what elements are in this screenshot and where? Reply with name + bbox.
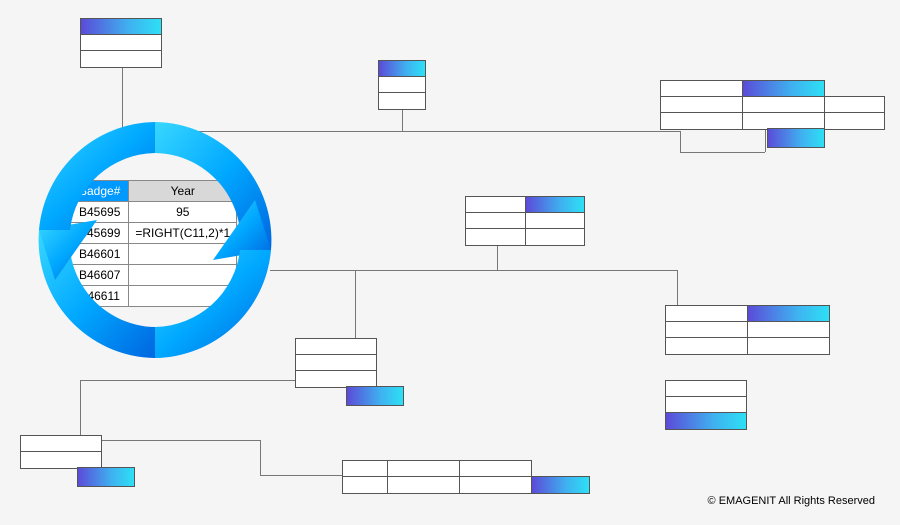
connector <box>402 109 403 131</box>
table-row: B46607 <box>71 265 237 286</box>
mini-block <box>342 460 532 494</box>
connector <box>260 440 261 475</box>
connector <box>80 440 260 441</box>
mini-block <box>77 467 135 487</box>
formula-cell: =RIGHT(C11,2)*1 <box>129 223 237 244</box>
connector <box>497 244 498 270</box>
mini-block <box>346 386 404 406</box>
header-year: Year <box>129 181 237 202</box>
connector <box>122 131 402 132</box>
connector <box>680 152 765 153</box>
mini-block <box>80 18 162 68</box>
mini-block <box>767 128 825 148</box>
header-badge: Badge# <box>71 181 129 202</box>
table-row: B46601 <box>71 244 237 265</box>
connector <box>122 66 123 131</box>
copyright-text: © EMAGENIT All Rights Reserved <box>708 495 875 507</box>
mini-block-ext <box>825 96 885 130</box>
connector <box>765 130 766 152</box>
connector <box>270 270 499 271</box>
mini-block <box>665 380 747 430</box>
mini-block <box>378 60 426 110</box>
connector <box>80 380 81 440</box>
data-table: Badge# Year B45695 95 B45699 =RIGHT(C11,… <box>70 180 237 307</box>
mini-block <box>660 80 825 130</box>
mini-block <box>532 476 590 494</box>
mini-block <box>295 338 377 388</box>
connector <box>402 131 680 132</box>
connector <box>680 131 681 152</box>
connector <box>497 270 677 271</box>
mini-block <box>465 196 585 246</box>
table-row: B45699 =RIGHT(C11,2)*1 <box>71 223 237 244</box>
table-row: B46611 <box>71 286 237 307</box>
mini-block <box>665 305 830 355</box>
mini-block <box>20 435 102 469</box>
table-row: B45695 95 <box>71 202 237 223</box>
